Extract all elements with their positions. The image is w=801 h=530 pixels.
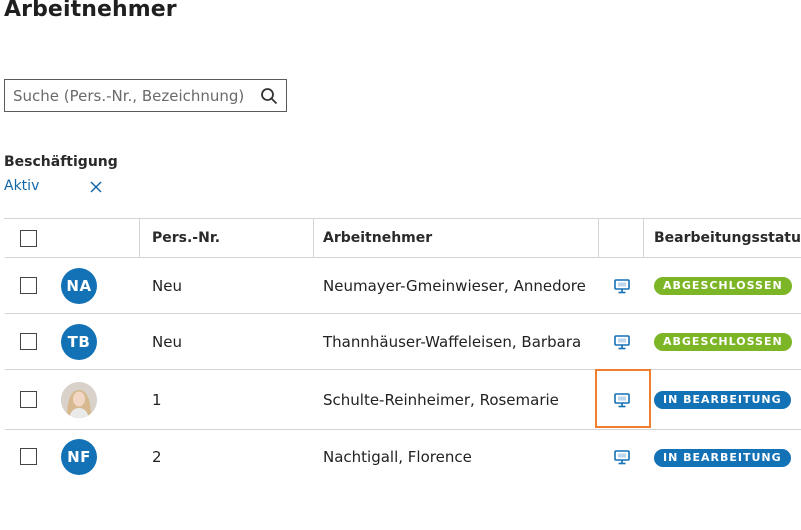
row-checkbox[interactable] <box>20 448 37 465</box>
table-row[interactable]: NF 2 Nachtigall, Florence IN BEARBEITUNG <box>5 430 801 476</box>
status-badge: ABGESCHLOSSEN <box>654 276 792 295</box>
employee-name-cell[interactable]: Schulte-Reinheimer, Rosemarie <box>323 370 559 429</box>
close-icon[interactable] <box>89 180 103 194</box>
employee-name-cell[interactable]: Neumayer-Gmeinwieser, Annedore <box>323 258 586 313</box>
table-row[interactable]: NA Neu Neumayer-Gmeinwieser, Annedore AB… <box>5 258 801 314</box>
status-badge: IN BEARBEITUNG <box>654 390 791 409</box>
search-box[interactable] <box>4 79 287 112</box>
monitor-icon[interactable] <box>613 448 631 466</box>
page-title: Arbeitnehmer <box>4 0 177 22</box>
monitor-icon[interactable] <box>613 391 631 409</box>
row-checkbox[interactable] <box>20 333 37 350</box>
select-all-checkbox[interactable] <box>20 229 37 247</box>
employee-table: Pers.-Nr. Arbeitnehmer Bearbeitungsstatu… <box>4 218 801 475</box>
persnr-cell: 1 <box>152 390 162 409</box>
avatar: NA <box>61 267 97 304</box>
column-header-name[interactable]: Arbeitnehmer <box>323 219 432 257</box>
persnr-cell: 2 <box>152 448 162 466</box>
avatar: NF <box>61 439 97 475</box>
monitor-icon[interactable] <box>613 277 631 295</box>
column-header-persnr[interactable]: Pers.-Nr. <box>152 219 220 257</box>
search-input[interactable] <box>13 80 253 111</box>
persnr-cell: Neu <box>152 276 182 295</box>
filter-value[interactable]: Aktiv <box>4 178 39 194</box>
table-header: Pers.-Nr. Arbeitnehmer Bearbeitungsstatu… <box>5 219 801 258</box>
table-row[interactable]: TB Neu Thannhäuser-Waffeleisen, Barbara … <box>5 314 801 370</box>
table-row[interactable]: 1 Schulte-Reinheimer, Rosemarie IN BEARB… <box>5 370 801 430</box>
row-checkbox[interactable] <box>20 277 37 294</box>
avatar-photo <box>61 381 97 418</box>
search-icon[interactable] <box>260 87 278 105</box>
filter-label: Beschäftigung <box>4 154 118 170</box>
persnr-cell: Neu <box>152 332 182 351</box>
status-badge: IN BEARBEITUNG <box>654 449 791 467</box>
avatar: TB <box>61 323 97 360</box>
column-header-status[interactable]: Bearbeitungsstatus <box>654 219 801 257</box>
row-checkbox[interactable] <box>20 391 37 408</box>
monitor-icon[interactable] <box>613 333 631 351</box>
status-badge: ABGESCHLOSSEN <box>654 332 792 351</box>
employee-name-cell[interactable]: Nachtigall, Florence <box>323 430 472 476</box>
employee-name-cell[interactable]: Thannhäuser-Waffeleisen, Barbara <box>323 314 581 369</box>
